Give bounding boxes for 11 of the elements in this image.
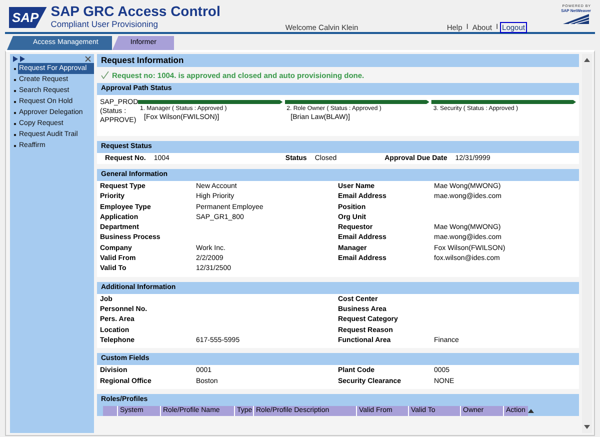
app-title: SAP GRC Access Control (50, 4, 220, 19)
scroll-up-icon (528, 409, 534, 414)
collapse-icon (13, 56, 25, 62)
selector-header (103, 406, 117, 416)
section-header: Request Information (97, 54, 579, 67)
app-subtitle: Compliant User Provisioning (50, 19, 159, 29)
scroll-up-icon (584, 58, 590, 62)
close-icon (85, 56, 91, 62)
checkmark-icon (101, 71, 109, 79)
sap-logo: SAP (9, 7, 47, 28)
scroll-down-icon (584, 425, 590, 429)
